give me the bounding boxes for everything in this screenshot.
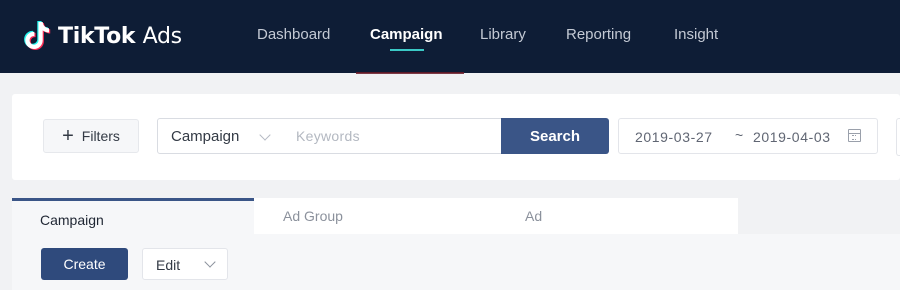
date-end: 2019-04-03 <box>753 129 831 145</box>
search-button[interactable]: Search <box>501 118 609 154</box>
nav-item-campaign[interactable]: Campaign <box>370 26 443 43</box>
tab-campaign[interactable]: Campaign <box>12 198 254 234</box>
nav-item-insight[interactable]: Insight <box>674 26 718 43</box>
tab-ad-label: Ad <box>525 208 543 224</box>
chevron-down-icon <box>204 256 216 268</box>
right-edge-control[interactable] <box>896 118 900 156</box>
keyword-search-input[interactable] <box>285 118 502 154</box>
date-separator: ~ <box>735 127 744 143</box>
nav-item-dashboard[interactable]: Dashboard <box>257 26 330 43</box>
tab-ad-group-label: Ad Group <box>283 208 343 224</box>
date-range-picker[interactable]: 2019-03-27 ~ 2019-04-03 <box>618 118 878 154</box>
logo-text-light: Ads <box>142 23 183 49</box>
logo-text: TikTok Ads <box>58 24 182 49</box>
scope-select-value: Campaign <box>171 127 240 145</box>
filters-button-label: Filters <box>81 128 120 144</box>
edit-dropdown-button[interactable]: Edit <box>142 248 228 280</box>
plus-icon: + <box>62 125 74 147</box>
nav-active-shadow <box>356 72 464 74</box>
logo[interactable]: TikTok Ads <box>24 20 182 52</box>
logo-text-bold: TikTok <box>58 23 136 49</box>
edit-button-label: Edit <box>156 257 181 273</box>
calendar-icon <box>848 129 861 142</box>
tiktok-note-icon <box>24 21 51 50</box>
top-nav-bar: TikTok Ads Dashboard Campaign Library Re… <box>0 0 900 73</box>
scope-select[interactable]: Campaign <box>157 118 286 154</box>
nav-item-library[interactable]: Library <box>480 26 526 43</box>
create-button[interactable]: Create <box>41 248 128 280</box>
nav-active-indicator <box>390 49 424 51</box>
nav-item-reporting[interactable]: Reporting <box>566 26 631 43</box>
filters-button[interactable]: + Filters <box>43 119 139 153</box>
chevron-down-icon <box>259 129 271 141</box>
date-start: 2019-03-27 <box>635 129 713 145</box>
tab-campaign-label: Campaign <box>40 212 104 228</box>
